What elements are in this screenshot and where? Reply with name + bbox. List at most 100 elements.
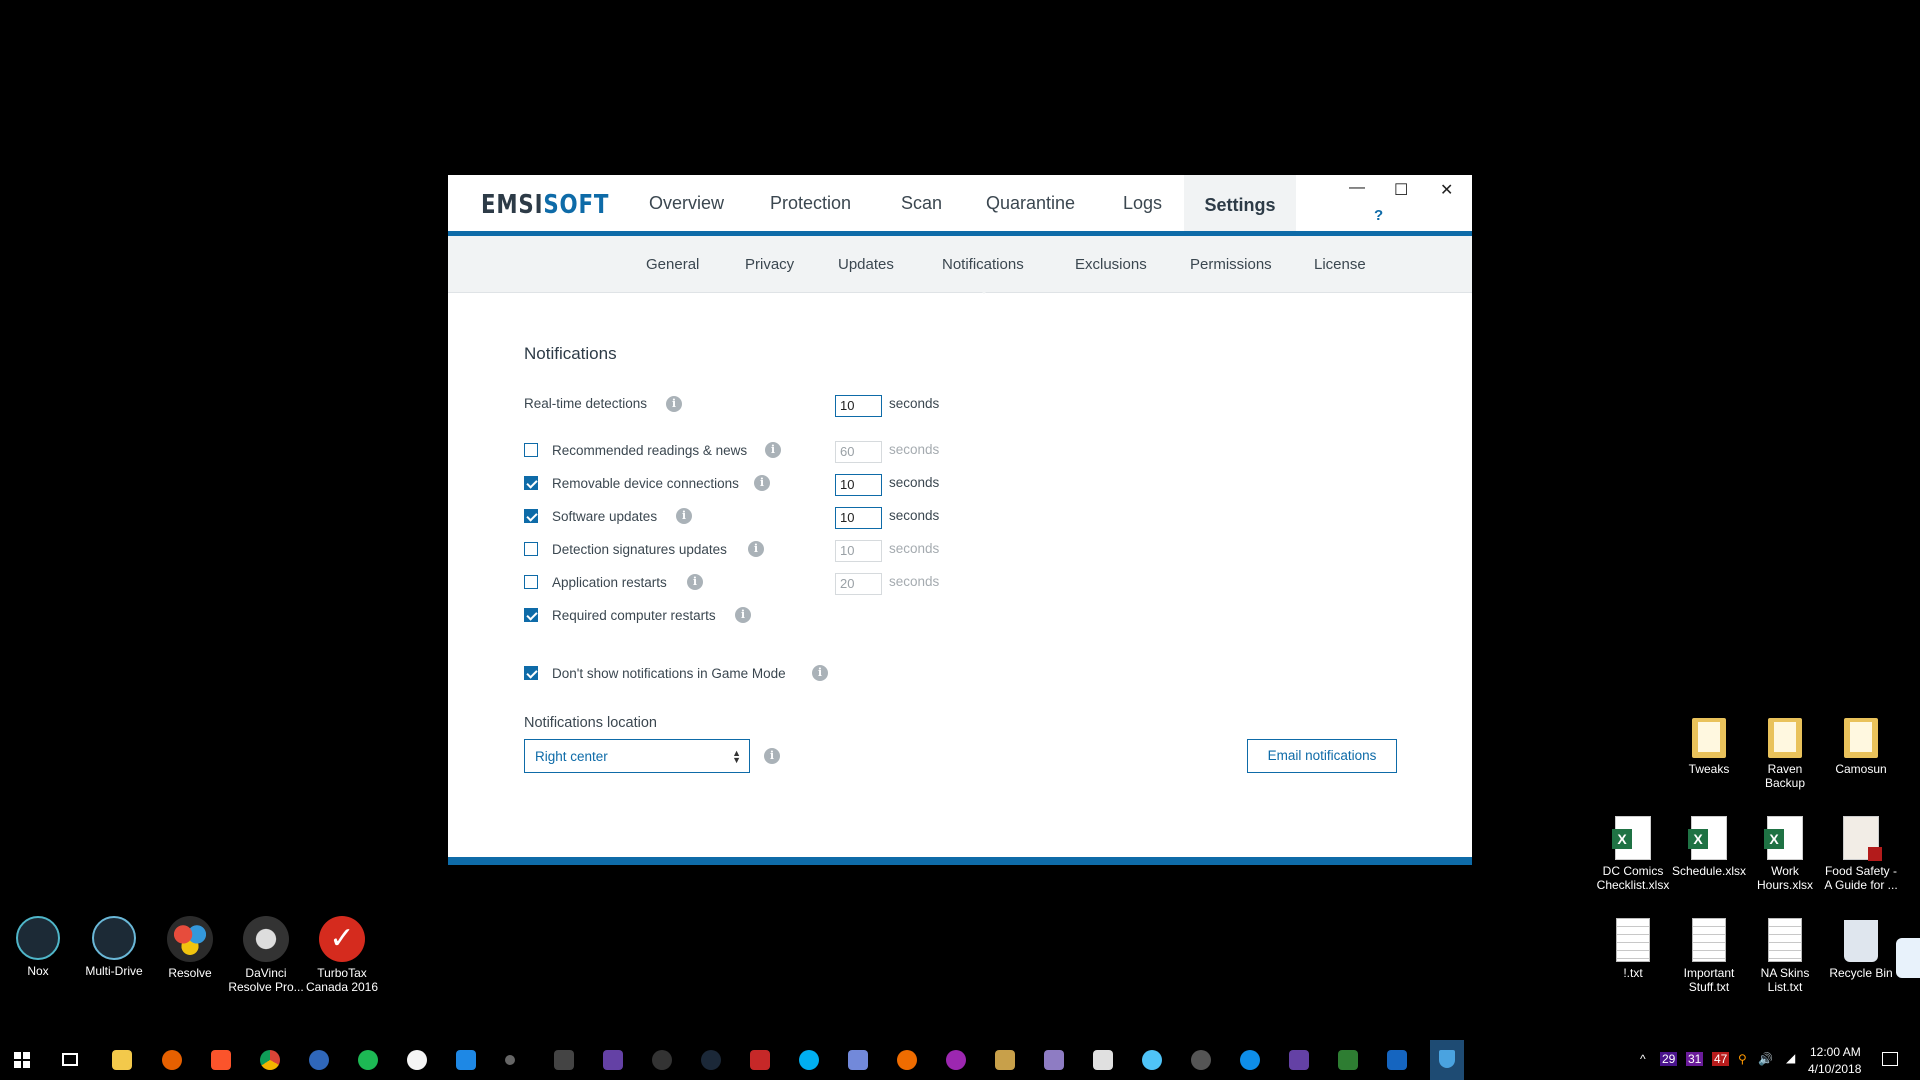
app-icon[interactable] <box>1093 1050 1113 1070</box>
nav-quarantine[interactable]: Quarantine <box>986 175 1075 231</box>
app-icon[interactable] <box>1044 1050 1064 1070</box>
info-icon[interactable]: i <box>735 607 751 623</box>
twitch-icon[interactable] <box>603 1050 623 1070</box>
qbittorrent-icon[interactable] <box>309 1050 329 1070</box>
desktop-icon-raven-backup[interactable]: Raven Backup <box>1746 716 1824 790</box>
info-icon[interactable]: i <box>754 475 770 491</box>
volume-icon[interactable]: 🔊 <box>1758 1052 1773 1066</box>
info-icon[interactable]: i <box>812 665 828 681</box>
desktop-icon-multi-drive[interactable]: Multi-Drive <box>75 916 153 978</box>
desktop-icon-recycle-bin[interactable]: Recycle Bin <box>1822 918 1900 980</box>
removable-device-checkbox[interactable] <box>524 476 538 490</box>
clock-time[interactable]: 12:00 AM <box>1810 1045 1861 1059</box>
file-explorer-icon[interactable] <box>112 1050 132 1070</box>
tray-badge[interactable]: 47 <box>1712 1052 1730 1066</box>
game-mode-checkbox[interactable] <box>524 666 538 680</box>
tray-badge[interactable]: 31 <box>1686 1052 1704 1066</box>
clock-date[interactable]: 4/10/2018 <box>1808 1062 1861 1076</box>
skype-icon[interactable] <box>799 1050 819 1070</box>
info-icon[interactable]: i <box>764 748 780 764</box>
removable-device-seconds-input[interactable]: 10 <box>835 474 882 496</box>
wifi-icon[interactable]: ◢ <box>1786 1051 1795 1065</box>
recommended-checkbox[interactable] <box>524 443 538 457</box>
task-view-icon[interactable] <box>62 1053 78 1066</box>
emsisoft-taskbar-button[interactable] <box>1430 1040 1464 1080</box>
desktop-icon-nox[interactable]: Nox <box>0 916 77 978</box>
desktop-icon-resolve[interactable]: Resolve <box>151 916 229 980</box>
location-select[interactable]: Right center ▲ ▼ <box>524 739 750 773</box>
subtab-notifications[interactable]: Notifications <box>942 256 1024 273</box>
league-icon[interactable] <box>995 1050 1015 1070</box>
recommended-label: Recommended readings & news <box>552 443 748 458</box>
info-icon[interactable]: i <box>687 574 703 590</box>
desktop-icon-camosun[interactable]: Camosun <box>1822 716 1900 776</box>
info-icon[interactable]: i <box>748 541 764 557</box>
windows-start-icon[interactable] <box>14 1052 30 1068</box>
info-icon[interactable]: i <box>666 396 682 412</box>
desktop-icon-dc-comics[interactable]: DC Comics Checklist.xlsx <box>1594 816 1672 892</box>
realtime-seconds-input[interactable]: 10 <box>835 395 882 417</box>
computer-restarts-checkbox[interactable] <box>524 608 538 622</box>
subtab-permissions[interactable]: Permissions <box>1190 256 1272 273</box>
app-icon[interactable] <box>1338 1050 1358 1070</box>
nav-overview[interactable]: Overview <box>649 175 724 231</box>
subtab-privacy[interactable]: Privacy <box>745 256 794 273</box>
discord-icon[interactable] <box>848 1050 868 1070</box>
desktop-icon-schedule[interactable]: Schedule.xlsx <box>1670 816 1748 878</box>
email-notifications-button[interactable]: Email notifications <box>1247 739 1397 773</box>
app-icon[interactable] <box>946 1050 966 1070</box>
twitch-icon[interactable] <box>1289 1050 1309 1070</box>
spotify-icon[interactable] <box>358 1050 378 1070</box>
subtab-updates[interactable]: Updates <box>838 256 894 273</box>
software-updates-checkbox[interactable] <box>524 509 538 523</box>
app-icon[interactable] <box>750 1050 770 1070</box>
recycle-bin-icon <box>1844 920 1878 962</box>
tray-badge[interactable]: 29 <box>1660 1052 1678 1066</box>
chevron-up-icon[interactable]: ^ <box>1640 1052 1646 1066</box>
subtab-exclusions[interactable]: Exclusions <box>1075 256 1147 273</box>
nav-scan[interactable]: Scan <box>901 175 942 231</box>
desktop-icon-davinci[interactable]: DaVinci Resolve Pro... <box>227 916 305 994</box>
app-icon[interactable] <box>1387 1050 1407 1070</box>
help-icon[interactable]: ? <box>1374 207 1383 224</box>
minimize-icon[interactable]: — <box>1349 179 1365 197</box>
search-icon[interactable]: ⚲ <box>1738 1052 1747 1066</box>
desktop-icon-food-safety[interactable]: Food Safety - A Guide for ... <box>1822 816 1900 892</box>
itunes-icon[interactable] <box>407 1050 427 1070</box>
desktop-icon-na-skins[interactable]: NA Skins List.txt <box>1746 918 1824 994</box>
app-icon[interactable] <box>1191 1050 1211 1070</box>
close-icon[interactable]: ✕ <box>1440 180 1453 200</box>
app-icon[interactable] <box>897 1050 917 1070</box>
application-restarts-checkbox[interactable] <box>524 575 538 589</box>
desktop-icon-tweaks[interactable]: Tweaks <box>1670 716 1748 776</box>
signature-updates-seconds-input[interactable]: 10 <box>835 540 882 562</box>
desktop-icon-important-stuff[interactable]: Important Stuff.txt <box>1670 918 1748 994</box>
chrome-icon[interactable] <box>260 1050 280 1070</box>
brave-icon[interactable] <box>211 1050 231 1070</box>
nav-protection[interactable]: Protection <box>770 175 851 231</box>
desktop-icon-bang-txt[interactable]: !.txt <box>1594 918 1672 980</box>
maximize-icon[interactable]: ☐ <box>1394 180 1408 200</box>
cloud-icon[interactable] <box>1142 1050 1162 1070</box>
subtab-general[interactable]: General <box>646 256 699 273</box>
app-icon[interactable] <box>554 1050 574 1070</box>
application-restarts-seconds-input[interactable]: 20 <box>835 573 882 595</box>
notification-center-icon[interactable] <box>1882 1052 1898 1066</box>
info-icon[interactable]: i <box>765 442 781 458</box>
nav-logs[interactable]: Logs <box>1123 175 1162 231</box>
nav-settings[interactable]: Settings <box>1184 175 1296 236</box>
steam-icon[interactable] <box>701 1050 721 1070</box>
software-updates-seconds-input[interactable]: 10 <box>835 507 882 529</box>
desktop-icon-turbotax[interactable]: ✓ TurboTax Canada 2016 <box>303 916 381 994</box>
app-icon[interactable] <box>505 1055 515 1065</box>
info-icon[interactable]: i <box>676 508 692 524</box>
recommended-seconds-input[interactable]: 60 <box>835 441 882 463</box>
app-icon[interactable] <box>652 1050 672 1070</box>
signature-updates-checkbox[interactable] <box>524 542 538 556</box>
desktop-icon-work-hours[interactable]: Work Hours.xlsx <box>1746 816 1824 892</box>
app-icon[interactable] <box>456 1050 476 1070</box>
subtab-license[interactable]: License <box>1314 256 1366 273</box>
firefox-icon[interactable] <box>162 1050 182 1070</box>
teamviewer-edge-icon[interactable] <box>1896 938 1920 978</box>
teamviewer-icon[interactable] <box>1240 1050 1260 1070</box>
